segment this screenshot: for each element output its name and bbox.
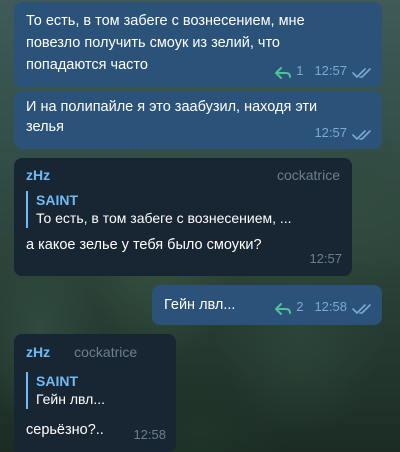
message-meta: 12:58 [133, 425, 166, 444]
sender-row: zHz cockatrice [26, 166, 340, 185]
sender-tag: cockatrice [276, 167, 340, 183]
sender-name[interactable]: zHz [26, 343, 50, 362]
reply-count[interactable]: 2 [296, 297, 303, 316]
message-meta: 12:57 [314, 123, 372, 142]
incoming-message[interactable]: zHz cockatrice SAINT Гейн лвл... серьёзн… [14, 334, 176, 452]
message-text: а какое зелье у тебя было смоуки? [26, 237, 262, 253]
reply-arrow-icon[interactable] [275, 301, 292, 315]
outgoing-message[interactable]: Гейн лвл... 2 12:58 [152, 285, 382, 325]
quote-author: SAINT [36, 373, 78, 389]
reply-arrow-icon[interactable] [275, 65, 292, 79]
reply-quote[interactable]: SAINT Гейн лвл... [26, 372, 164, 409]
message-time: 12:57 [309, 251, 342, 266]
double-check-icon [352, 65, 372, 78]
message-time: 12:57 [314, 125, 347, 140]
reply-count[interactable]: 1 [296, 61, 303, 80]
quote-author: SAINT [36, 192, 78, 208]
sender-name[interactable]: zHz [26, 166, 50, 185]
sender-row: zHz cockatrice [26, 343, 164, 362]
message-time: 12:58 [133, 427, 166, 442]
outgoing-message[interactable]: То есть, в том забеге с вознесением, мне… [14, 2, 382, 87]
double-check-icon [352, 127, 372, 140]
double-check-icon [352, 301, 372, 314]
message-text: И на полипайле я это заабузил, находя эт… [26, 99, 318, 135]
message-meta: 2 12:58 [275, 297, 372, 316]
quote-text: Гейн лвл... [36, 391, 105, 407]
message-meta: 12:57 [309, 249, 342, 268]
message-time: 12:58 [314, 299, 347, 314]
message-time: 12:57 [314, 63, 347, 78]
sender-tag: cockatrice [74, 344, 138, 360]
message-meta: 1 12:57 [275, 61, 372, 80]
outgoing-message[interactable]: И на полипайле я это заабузил, находя эт… [14, 91, 382, 149]
incoming-message[interactable]: zHz cockatrice SAINT То есть, в том забе… [14, 158, 352, 276]
quote-text: То есть, в том забеге с вознесением, ... [36, 210, 292, 226]
reply-quote[interactable]: SAINT То есть, в том забеге с вознесение… [26, 191, 340, 228]
